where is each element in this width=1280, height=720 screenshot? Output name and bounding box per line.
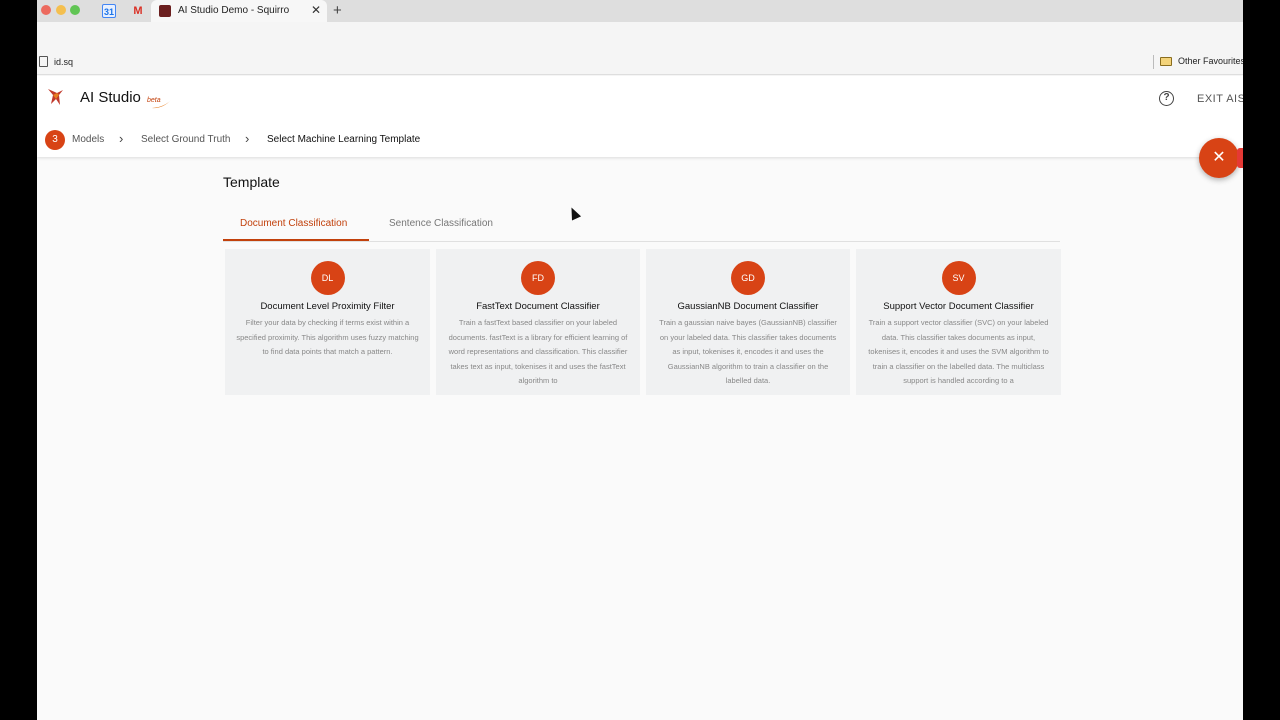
- close-window-button[interactable]: [41, 5, 51, 15]
- template-title: Support Vector Document Classifier: [883, 301, 1034, 312]
- tab-sentence-classification[interactable]: Sentence Classification: [389, 218, 493, 229]
- browser-toolbar: id.sq Other Favourites: [37, 22, 1243, 75]
- tab-document-classification[interactable]: Document Classification: [240, 218, 347, 229]
- fab-edge: [1237, 148, 1243, 168]
- template-description: Filter your data by checking if terms ex…: [236, 318, 419, 357]
- breadcrumb-select-ground-truth[interactable]: Select Ground Truth: [141, 134, 231, 145]
- template-cards: DL Document Level Proximity Filter Filte…: [225, 249, 1061, 395]
- browser-tab[interactable]: AI Studio Demo - Squirro ✕: [151, 0, 327, 22]
- template-avatar: FD: [521, 261, 555, 295]
- classification-tabs: Document Classification Sentence Classif…: [223, 208, 1060, 242]
- calendar-icon[interactable]: 31: [102, 4, 116, 18]
- squirro-favicon-icon: [159, 5, 171, 17]
- bookmark-divider: [1153, 55, 1154, 69]
- bookmark-other-favourites[interactable]: Other Favourites: [1178, 56, 1243, 66]
- chevron-right-icon: ›: [119, 131, 124, 146]
- breadcrumb-select-ml-template: Select Machine Learning Template: [267, 134, 421, 145]
- template-avatar: DL: [310, 261, 345, 295]
- tab-close-icon[interactable]: ✕: [311, 3, 321, 17]
- beta-swoosh-icon: [152, 99, 172, 109]
- template-card[interactable]: GD GaussianNB Document Classifier Train …: [646, 249, 850, 395]
- breadcrumb-models[interactable]: Models: [72, 134, 104, 145]
- app-title: AI Studio: [80, 89, 141, 106]
- template-card[interactable]: FD FastText Document Classifier Train a …: [436, 249, 640, 395]
- maximize-window-button[interactable]: [70, 5, 80, 15]
- bookmark-id-sq[interactable]: id.sq: [54, 57, 73, 67]
- page-title: Template: [223, 174, 280, 190]
- document-icon: [39, 56, 48, 67]
- close-fab-button[interactable]: ✕: [1199, 138, 1239, 178]
- template-title: GaussianNB Document Classifier: [677, 301, 819, 312]
- template-description: Train a support vector classifier (SVC) …: [868, 318, 1049, 386]
- minimize-window-button[interactable]: [56, 5, 66, 15]
- template-card[interactable]: DL Document Level Proximity Filter Filte…: [225, 249, 430, 395]
- folder-icon: [1160, 57, 1172, 66]
- template-title: Document Level Proximity Filter: [260, 301, 395, 312]
- gmail-icon[interactable]: M: [131, 4, 145, 18]
- active-tab-indicator: [223, 239, 369, 241]
- chevron-right-icon: ›: [245, 131, 250, 146]
- template-avatar: SV: [941, 261, 976, 295]
- template-description: Train a gaussian naive bayes (GaussianNB…: [659, 318, 837, 386]
- new-tab-button[interactable]: +: [333, 2, 342, 19]
- help-icon[interactable]: ?: [1159, 91, 1174, 106]
- template-title: FastText Document Classifier: [476, 301, 600, 312]
- exit-aistudio-button[interactable]: EXIT AISTUDIO: [1197, 93, 1243, 105]
- app-header: AI Studio beta ? EXIT AISTUDIO 3 Models …: [37, 76, 1243, 157]
- template-description: Train a fastText based classifier on you…: [448, 318, 628, 386]
- browser-tab-title: AI Studio Demo - Squirro: [178, 5, 290, 16]
- browser-tab-bar: 31 M AI Studio Demo - Squirro ✕ +: [37, 0, 1243, 22]
- template-card[interactable]: SV Support Vector Document Classifier Tr…: [856, 249, 1061, 395]
- template-avatar: GD: [731, 261, 765, 295]
- app-window: 31 M AI Studio Demo - Squirro ✕ + id.sq …: [37, 0, 1243, 720]
- step-badge: 3: [45, 130, 65, 150]
- squirro-logo-icon[interactable]: [44, 86, 66, 108]
